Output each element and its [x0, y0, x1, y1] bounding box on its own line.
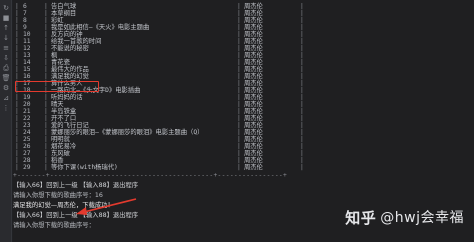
download-prompt: 请输入你想下载的歌曲序号： — [13, 222, 95, 229]
download-prompt: 请输入你想下载的歌曲序号：16 — [13, 192, 103, 199]
settings-icon[interactable]: ⚙ — [2, 84, 10, 92]
scroll-icon[interactable]: ⇩ — [2, 54, 10, 62]
watermark-brand: 知乎 — [345, 208, 377, 227]
zhihu-watermark: 知乎 @hwj会幸福 — [345, 205, 464, 229]
stop-icon[interactable]: ■ — [2, 14, 10, 22]
table-divider: +-------+-------------------------------… — [13, 172, 288, 179]
rerun-icon[interactable]: ↻ — [2, 4, 10, 12]
clear-icon[interactable]: 🗑 — [2, 74, 11, 82]
selected-song-highlight — [15, 81, 99, 92]
down-icon[interactable]: ↓ — [2, 34, 10, 42]
more-icon[interactable]: ⋮ — [2, 104, 10, 112]
ide-run-window: ↻ ■ ↑ ↓ ≡ ⇩ ⎙ 🗑 ⚙ ⊿ ⋮ | 6 | 告白气球 | 周杰伦 | | 7 | 本草纲… — [0, 0, 474, 242]
watermark-handle: @hwj会幸福 — [380, 210, 464, 226]
download-result: 满足我的幻觉—周杰伦，下载成功！ — [13, 202, 114, 209]
pin-icon[interactable]: ⊿ — [2, 94, 10, 102]
print-icon[interactable]: ⎙ — [2, 64, 10, 72]
wrap-icon[interactable]: ≡ — [2, 44, 10, 52]
up-icon[interactable]: ↑ — [2, 24, 10, 32]
run-toolbar: ↻ ■ ↑ ↓ ≡ ⇩ ⎙ 🗑 ⚙ ⊿ ⋮ — [0, 0, 12, 242]
menu-hint-line: 【输入66】回到上一级 【输入88】退出程序 — [13, 212, 139, 219]
menu-hint-line: 【输入66】回到上一级 【输入88】退出程序 — [13, 182, 139, 189]
